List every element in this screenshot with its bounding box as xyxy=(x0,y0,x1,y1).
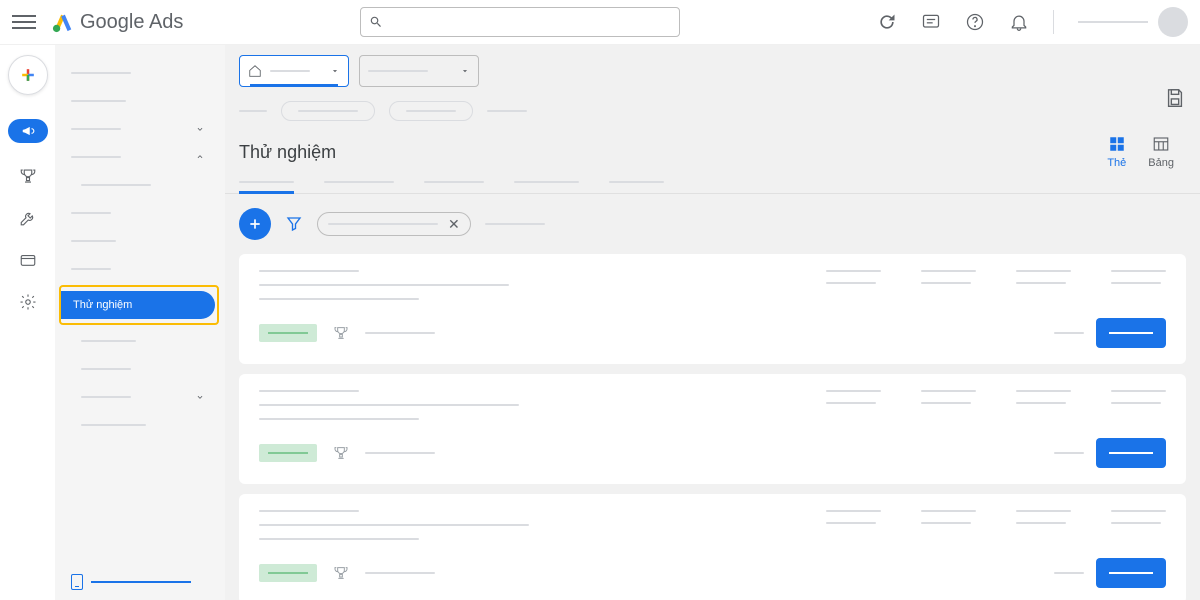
caret-down-icon xyxy=(330,66,340,76)
breadcrumb xyxy=(239,101,1186,121)
home-icon xyxy=(248,64,262,78)
sidebar-item-experiments[interactable]: Thử nghiệm xyxy=(61,291,215,319)
chevron-up-icon xyxy=(195,152,205,162)
add-button[interactable] xyxy=(239,208,271,240)
help-icon[interactable] xyxy=(965,12,985,32)
view-cards-button[interactable]: Thẻ xyxy=(1107,135,1126,169)
primary-action-button[interactable] xyxy=(1096,318,1166,348)
status-badge xyxy=(259,324,317,342)
sidebar-item[interactable] xyxy=(55,115,225,143)
sidebar-nav: Thử nghiệm xyxy=(55,45,225,600)
caret-down-icon xyxy=(460,66,470,76)
message-icon[interactable] xyxy=(921,12,941,32)
status-badge xyxy=(259,564,317,582)
sidebar-item[interactable] xyxy=(55,327,225,355)
sidebar-item[interactable] xyxy=(55,143,225,171)
menu-icon[interactable] xyxy=(12,10,36,34)
trophy-icon[interactable] xyxy=(19,167,37,185)
filter-chip[interactable]: ✕ xyxy=(317,212,471,236)
sidebar-footer[interactable] xyxy=(71,574,191,590)
page-title: Thử nghiệm xyxy=(239,142,336,163)
divider xyxy=(1053,10,1054,34)
account-label xyxy=(1078,21,1148,23)
close-icon[interactable]: ✕ xyxy=(448,216,460,233)
brand-text: Google Ads xyxy=(80,11,183,34)
bell-icon[interactable] xyxy=(1009,12,1029,32)
experiment-card[interactable] xyxy=(239,494,1186,600)
scope-selector-secondary[interactable] xyxy=(359,55,479,87)
sidebar-item[interactable] xyxy=(55,355,225,383)
tab[interactable] xyxy=(609,181,664,193)
chevron-down-icon xyxy=(195,124,205,134)
scope-selector-account[interactable] xyxy=(239,55,349,87)
status-badge xyxy=(259,444,317,462)
app-header: Google Ads xyxy=(0,0,1200,45)
tab[interactable] xyxy=(324,181,394,193)
grid-icon xyxy=(1108,135,1126,153)
avatar xyxy=(1158,7,1188,37)
search-input[interactable] xyxy=(360,7,680,37)
sidebar-item[interactable] xyxy=(55,59,225,87)
save-icon[interactable] xyxy=(1164,87,1186,109)
filter-icon[interactable] xyxy=(285,215,303,233)
table-icon xyxy=(1152,135,1170,153)
crumb-chip[interactable] xyxy=(281,101,375,121)
main-content: Thử nghiệm Thẻ Bảng xyxy=(225,45,1200,600)
trophy-icon xyxy=(333,445,349,461)
create-button[interactable] xyxy=(8,55,48,95)
tools-icon[interactable] xyxy=(19,209,37,227)
sidebar-item[interactable] xyxy=(55,171,225,199)
primary-action-button[interactable] xyxy=(1096,558,1166,588)
chevron-down-icon xyxy=(195,392,205,402)
logo[interactable]: Google Ads xyxy=(52,11,183,34)
view-table-button[interactable]: Bảng xyxy=(1148,135,1174,169)
sidebar-item[interactable] xyxy=(55,411,225,439)
crumb-chip[interactable] xyxy=(389,101,473,121)
tabs xyxy=(225,173,1200,194)
plus-icon xyxy=(247,216,263,232)
settings-icon[interactable] xyxy=(19,293,37,311)
sidebar-item[interactable] xyxy=(55,383,225,411)
campaigns-rail[interactable] xyxy=(8,119,48,143)
crumb[interactable] xyxy=(487,110,527,112)
account-switcher[interactable] xyxy=(1078,7,1188,37)
google-ads-logo-icon xyxy=(52,11,74,33)
experiment-card[interactable] xyxy=(239,374,1186,484)
trophy-icon xyxy=(333,325,349,341)
primary-action-button[interactable] xyxy=(1096,438,1166,468)
search-icon xyxy=(369,15,383,29)
sidebar-item[interactable] xyxy=(55,227,225,255)
filter-label xyxy=(485,223,545,225)
icon-rail xyxy=(0,45,55,600)
device-icon xyxy=(71,574,83,590)
tab[interactable] xyxy=(239,181,294,193)
tab[interactable] xyxy=(514,181,579,193)
megaphone-icon xyxy=(19,124,37,138)
sidebar-item[interactable] xyxy=(55,87,225,115)
plus-icon xyxy=(18,65,38,85)
tab[interactable] xyxy=(424,181,484,193)
billing-icon[interactable] xyxy=(19,251,37,269)
trophy-icon xyxy=(333,565,349,581)
sidebar-item[interactable] xyxy=(55,255,225,283)
refresh-icon[interactable] xyxy=(877,12,897,32)
sidebar-item[interactable] xyxy=(55,199,225,227)
sidebar-active-highlight: Thử nghiệm xyxy=(59,285,219,325)
crumb[interactable] xyxy=(239,110,267,112)
experiment-card[interactable] xyxy=(239,254,1186,364)
